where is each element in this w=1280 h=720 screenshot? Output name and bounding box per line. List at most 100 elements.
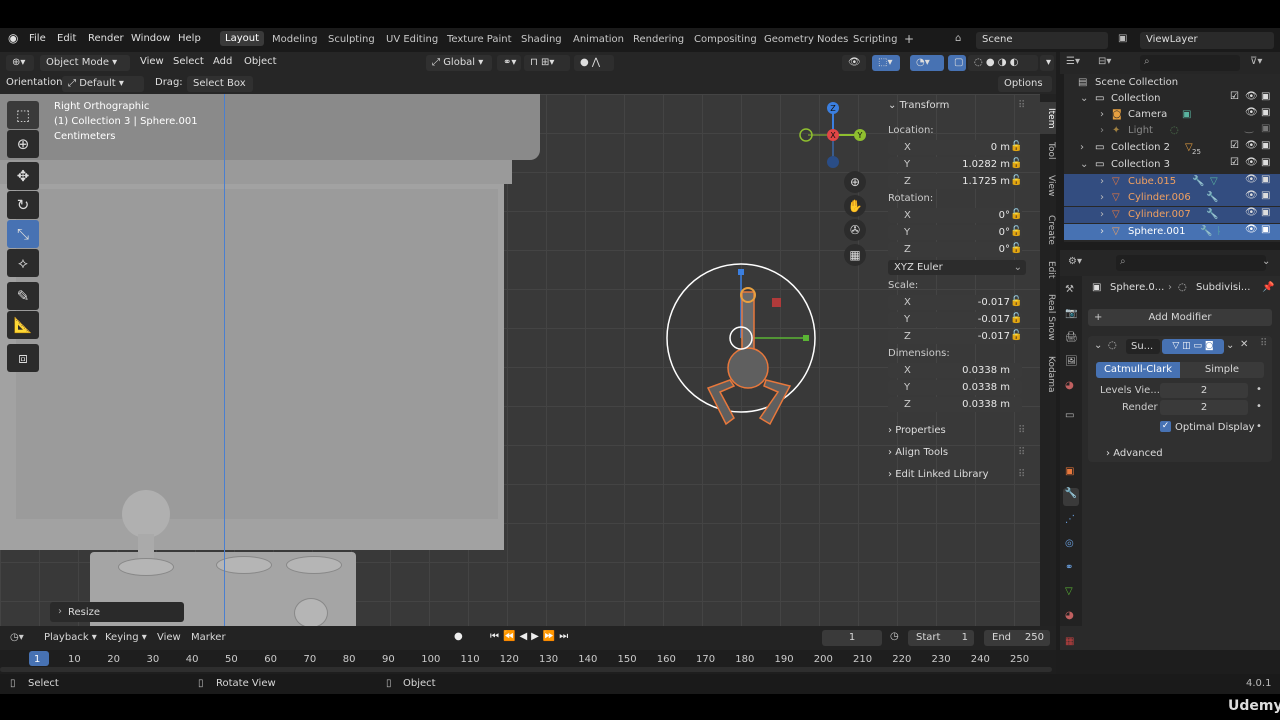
blender-logo-icon[interactable]: ◉: [8, 31, 18, 45]
navigation-gizmo[interactable]: Z Y X: [796, 100, 870, 170]
editor-type-icon[interactable]: ⊕▾: [6, 55, 34, 71]
outliner-editor-icon[interactable]: ☰▾: [1066, 56, 1080, 67]
properties-editor-icon[interactable]: ⚙▾: [1068, 256, 1082, 267]
select-box-tool-icon[interactable]: ⬚: [7, 101, 39, 129]
workspace-tab-compositing[interactable]: Compositing: [694, 34, 757, 45]
scale-y-field[interactable]: Y -0.017: [888, 312, 1022, 327]
eye-icon[interactable]: 👁: [1245, 140, 1258, 151]
workspace-tab-texture-paint[interactable]: Texture Paint: [447, 34, 512, 45]
properties-section[interactable]: › Properties: [888, 425, 946, 436]
keyframe-dot-icon[interactable]: •: [1256, 384, 1262, 395]
orientation-dropdown[interactable]: ⤢ Default ▾: [62, 76, 144, 92]
playback-controls[interactable]: ⏮⏪◀▶⏩⏭: [490, 631, 572, 642]
tab-edit[interactable]: Edit: [1040, 258, 1056, 282]
chevron-down-icon[interactable]: ⌄: [1262, 256, 1270, 267]
keyframe-dot-icon[interactable]: •: [1256, 401, 1262, 412]
pin-icon[interactable]: 📌: [1262, 282, 1274, 293]
transform-panel-header[interactable]: ⌄ Transform: [888, 100, 949, 111]
eye-closed-icon[interactable]: ‿: [1245, 123, 1253, 134]
dimensions-y-field[interactable]: Y 0.0338 m: [888, 380, 1022, 395]
scale-z-field[interactable]: Z -0.017: [888, 329, 1022, 344]
annotate-tool-icon[interactable]: ✎: [7, 282, 39, 310]
ortho-grid-icon[interactable]: ▦: [844, 244, 866, 266]
outliner-search-input[interactable]: ⌕: [1140, 55, 1240, 71]
chevron-down-icon[interactable]: ⌄: [1094, 340, 1102, 351]
render-camera-icon[interactable]: ▣: [1261, 107, 1270, 118]
start-frame-field[interactable]: Start 1: [908, 630, 974, 646]
timeline-scrollbar[interactable]: [0, 667, 1052, 672]
proportional-edit-icon[interactable]: ● ⋀: [574, 55, 614, 71]
menu-keying[interactable]: Keying ▾: [105, 632, 147, 643]
current-frame-field[interactable]: 1: [822, 630, 882, 646]
menu-file[interactable]: File: [29, 33, 46, 44]
texture-tab-icon[interactable]: ▦: [1065, 636, 1074, 647]
workspace-tab-rendering[interactable]: Rendering: [633, 34, 684, 45]
tab-real-snow[interactable]: Real Snow: [1040, 292, 1056, 342]
close-icon[interactable]: ✕: [1240, 339, 1248, 350]
rotate-tool-icon[interactable]: ↻: [7, 191, 39, 219]
render-camera-icon[interactable]: ▣: [1261, 190, 1270, 201]
drag-handle-icon[interactable]: ⠿: [1018, 100, 1025, 111]
overlay-toggle-icon[interactable]: ◔▾: [910, 55, 944, 71]
lock-icon[interactable]: 🔓: [1010, 313, 1022, 324]
render-camera-icon[interactable]: ▣: [1261, 123, 1270, 134]
lock-icon[interactable]: 🔓: [1010, 243, 1022, 254]
render-tab-icon[interactable]: 📷: [1065, 308, 1077, 319]
cursor-tool-icon[interactable]: ⊕: [7, 130, 39, 158]
render-camera-icon[interactable]: ▣: [1261, 157, 1270, 168]
lock-icon[interactable]: 🔓: [1010, 158, 1022, 169]
shading-options-icon[interactable]: ▾: [1040, 55, 1054, 71]
drag-handle-icon[interactable]: ⠿: [1018, 425, 1025, 436]
menu-edit[interactable]: Edit: [57, 33, 76, 44]
render-camera-icon[interactable]: ▣: [1261, 174, 1270, 185]
scene-selector[interactable]: Scene: [976, 32, 1108, 49]
menu-select[interactable]: Select: [173, 56, 204, 67]
shading-mode-icons[interactable]: ◌ ● ◑ ◐: [968, 55, 1038, 71]
rotation-x-field[interactable]: X 0°: [888, 208, 1022, 223]
gizmo-toggle-icon[interactable]: ⬚▾: [872, 55, 900, 71]
drag-handle-icon[interactable]: ⠿: [1018, 447, 1025, 458]
selected-claw-object[interactable]: [660, 258, 830, 438]
edit-linked-library-section[interactable]: › Edit Linked Library: [888, 469, 989, 480]
options-dropdown[interactable]: Options ▾: [998, 76, 1052, 105]
scale-tool-icon[interactable]: ⤡: [7, 220, 39, 248]
menu-add[interactable]: Add: [213, 56, 232, 67]
lock-icon[interactable]: 🔓: [1010, 226, 1022, 237]
render-camera-icon[interactable]: ▣: [1261, 207, 1270, 218]
tab-create[interactable]: Create: [1040, 212, 1056, 248]
transform-tool-icon[interactable]: ⟡: [7, 249, 39, 277]
scale-x-field[interactable]: X -0.017: [888, 295, 1022, 310]
view-layer-icon[interactable]: ▣: [1118, 33, 1127, 44]
modifier-name-field[interactable]: Su...: [1126, 339, 1160, 354]
view-layer-selector[interactable]: ViewLayer: [1140, 32, 1274, 49]
physics-tab-icon[interactable]: ◎: [1065, 538, 1074, 549]
lock-icon[interactable]: 🔓: [1010, 141, 1022, 152]
lock-icon[interactable]: 🔓: [1010, 209, 1022, 220]
end-frame-field[interactable]: End 250: [984, 630, 1050, 646]
menu-timeline-view[interactable]: View: [157, 632, 181, 643]
data-tab-icon[interactable]: ▽: [1065, 586, 1073, 597]
zoom-icon[interactable]: ⊕: [844, 171, 866, 193]
modifier-visibility-toggles[interactable]: ▽ ◫ ▭ ◙: [1162, 339, 1224, 354]
catmull-clark-button[interactable]: Catmull-Clark: [1096, 362, 1180, 378]
location-z-field[interactable]: Z 1.1725 m: [888, 174, 1022, 189]
particles-tab-icon[interactable]: ⋰: [1065, 514, 1075, 525]
menu-render[interactable]: Render: [88, 33, 124, 44]
location-x-field[interactable]: X 0 m: [888, 140, 1022, 155]
optimal-display-checkbox[interactable]: ✓: [1160, 421, 1171, 432]
workspace-tab-layout[interactable]: Layout: [220, 31, 264, 46]
modifiers-tab-icon[interactable]: 🔧: [1063, 488, 1079, 506]
exclude-checkbox[interactable]: ☑: [1230, 157, 1239, 168]
object-tab-icon[interactable]: ▣: [1065, 466, 1074, 477]
drag-handle-icon[interactable]: ⠿: [1018, 469, 1025, 480]
simple-button[interactable]: Simple: [1180, 362, 1264, 378]
drag-dropdown[interactable]: Select Box ▾: [187, 76, 253, 105]
menu-marker[interactable]: Marker: [191, 632, 226, 643]
eye-icon[interactable]: 👁: [1245, 91, 1258, 102]
advanced-subpanel[interactable]: › Advanced: [1106, 448, 1163, 459]
keyframe-dot-icon[interactable]: •: [1256, 421, 1262, 432]
clock-icon[interactable]: ◷: [890, 631, 899, 642]
tab-item[interactable]: Item: [1040, 102, 1056, 134]
menu-view[interactable]: View: [140, 56, 164, 67]
visibility-icon[interactable]: 👁▾: [842, 55, 866, 84]
